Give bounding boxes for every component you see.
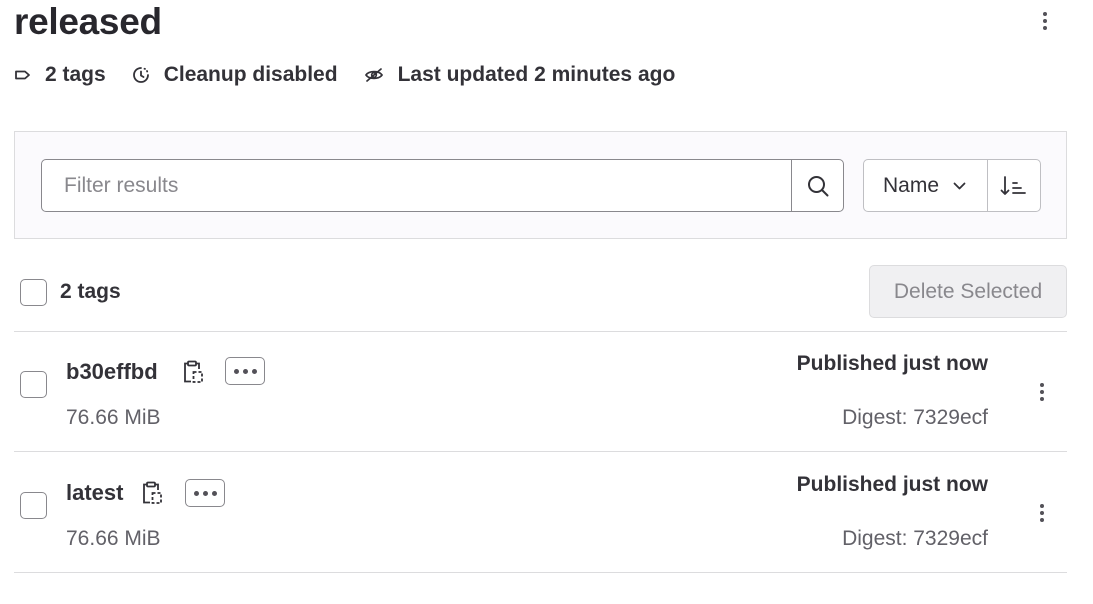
filter-bar: Name — [14, 131, 1067, 239]
sort-control: Name — [863, 159, 1041, 212]
search-button[interactable] — [791, 160, 843, 211]
list-count-label: 2 tags — [60, 280, 121, 303]
copy-button[interactable] — [139, 480, 165, 506]
metadata-row: 2 tags Cleanup disabled Last updated 2 m… — [14, 60, 701, 90]
meta-cleanup: Cleanup disabled — [132, 63, 338, 87]
tag-name: b30effbd — [66, 359, 158, 384]
digest-text: Digest: 7329ecf — [842, 527, 988, 550]
divider — [14, 572, 1067, 573]
row-checkbox[interactable] — [20, 492, 47, 519]
published-text: Published just now — [796, 473, 988, 496]
sort-field-dropdown[interactable]: Name — [864, 160, 988, 211]
clipboard-icon — [143, 481, 162, 504]
row-checkbox[interactable] — [20, 371, 47, 398]
divider — [14, 451, 1067, 452]
tags-count-text: 2 tags — [45, 63, 106, 86]
select-all-checkbox[interactable] — [20, 279, 47, 306]
search-icon — [807, 175, 828, 196]
last-updated-text: Last updated 2 minutes ago — [397, 63, 676, 86]
digest-text: Digest: 7329ecf — [842, 406, 988, 429]
meta-tags: 2 tags — [14, 63, 106, 87]
clock-icon — [132, 67, 149, 83]
page-title: released — [14, 1, 162, 42]
more-actions-button[interactable] — [225, 357, 265, 385]
delete-selected-button[interactable]: Delete Selected — [869, 265, 1067, 318]
tag-name: latest — [66, 480, 124, 505]
filter-input[interactable] — [42, 160, 791, 211]
published-text: Published just now — [796, 352, 988, 375]
clipboard-icon — [184, 360, 203, 383]
copy-button[interactable] — [180, 359, 206, 385]
row-kebab-icon[interactable] — [1028, 495, 1056, 531]
container-tag-details: released 2 tags Cleanup disabled Last up… — [0, 0, 1093, 604]
tag-size: 76.66 MiB — [66, 527, 161, 550]
sort-direction-button[interactable] — [988, 160, 1040, 211]
more-actions-kebab-icon[interactable] — [1031, 3, 1059, 39]
sort-field-label: Name — [883, 173, 940, 197]
more-actions-button[interactable] — [185, 479, 225, 507]
cleanup-status-text: Cleanup disabled — [163, 63, 338, 86]
row-kebab-icon[interactable] — [1028, 374, 1056, 410]
tag-icon — [15, 70, 30, 80]
eye-slash-icon — [364, 68, 383, 82]
meta-updated: Last updated 2 minutes ago — [364, 63, 676, 87]
search-box — [41, 159, 844, 212]
sort-ascending-icon — [1000, 175, 1026, 195]
chevron-down-icon — [953, 182, 966, 189]
tag-size: 76.66 MiB — [66, 406, 161, 429]
divider — [14, 331, 1067, 332]
